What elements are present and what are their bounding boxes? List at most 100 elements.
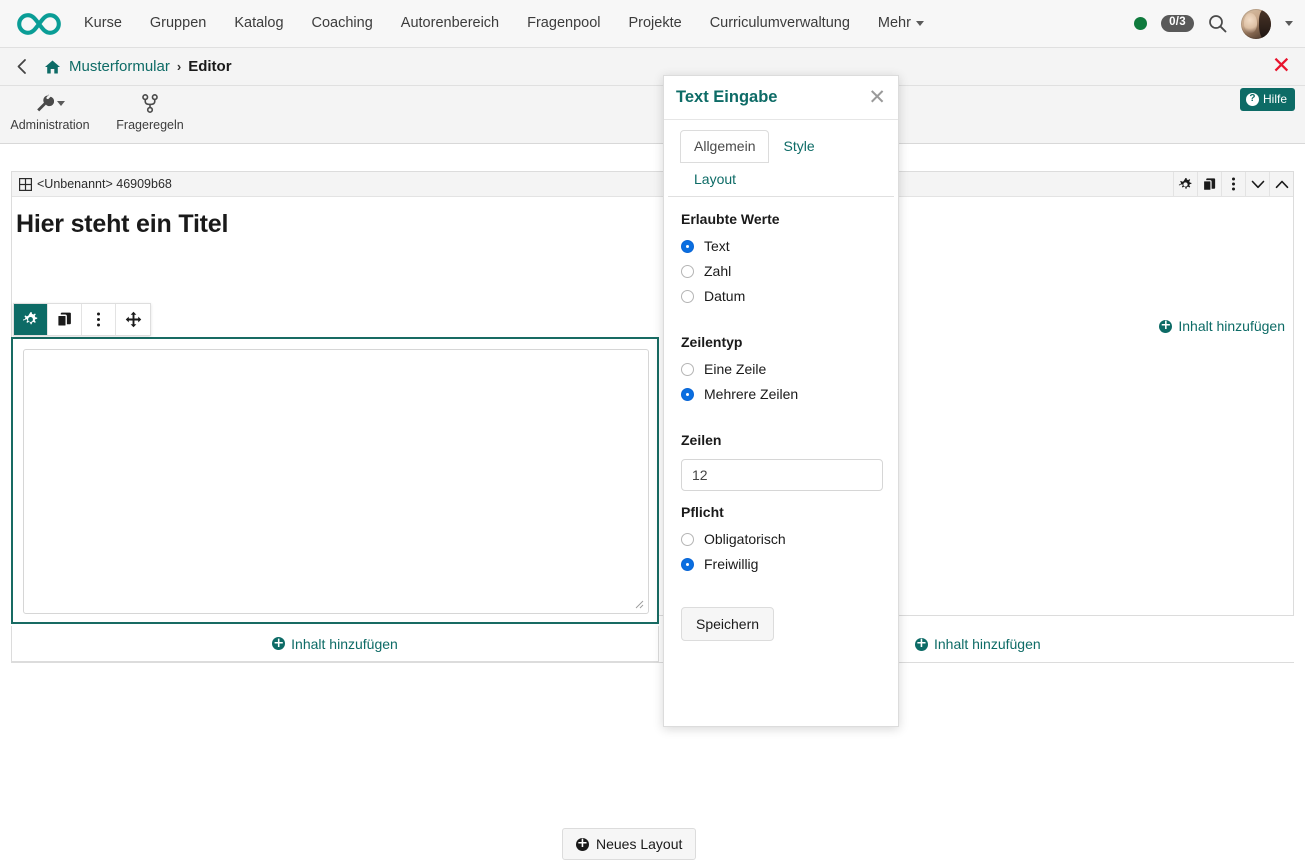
new-layout-button-label: Neues Layout bbox=[596, 836, 682, 852]
nav-item-curriculumverwaltung[interactable]: Curriculumverwaltung bbox=[696, 0, 864, 47]
add-content-row-top: + Inhalt hinzufügen bbox=[1159, 308, 1285, 344]
toolbar-button-administration-label: Administration bbox=[10, 118, 89, 132]
radio-indicator bbox=[681, 240, 694, 253]
dialog-close-icon[interactable]: ✕ bbox=[868, 87, 886, 108]
nav-item-kurse[interactable]: Kurse bbox=[70, 0, 136, 47]
rows-field-label: Zeilen bbox=[681, 432, 881, 448]
nav-item-fragenpool[interactable]: Fragenpool bbox=[513, 0, 614, 47]
dialog-tabs: Allgemein Style Layout bbox=[668, 120, 894, 197]
chevron-left-icon[interactable] bbox=[16, 58, 28, 75]
infinity-logo-icon[interactable] bbox=[8, 12, 70, 36]
chevron-down-icon[interactable] bbox=[1245, 172, 1269, 196]
radio-indicator bbox=[681, 558, 694, 571]
add-content-label-top: Inhalt hinzufügen bbox=[1178, 318, 1285, 334]
add-content-button-left[interactable]: + Inhalt hinzufügen bbox=[272, 636, 398, 652]
radio-option-zahl-label: Zahl bbox=[704, 263, 731, 279]
toolbar-button-frageregeln[interactable]: Frageregeln bbox=[100, 86, 200, 132]
toolbar-button-frageregeln-label: Frageregeln bbox=[116, 118, 183, 132]
new-layout-button[interactable]: + Neues Layout bbox=[562, 828, 696, 860]
chevron-up-icon[interactable] bbox=[1269, 172, 1293, 196]
nav-item-coaching[interactable]: Coaching bbox=[298, 0, 387, 47]
breadcrumb-current-editor: Editor bbox=[188, 58, 231, 75]
radio-option-zahl[interactable]: Zahl bbox=[681, 263, 881, 279]
element-menu-button[interactable] bbox=[82, 304, 116, 335]
plus-circle-icon: + bbox=[1159, 320, 1172, 333]
tab-style[interactable]: Style bbox=[769, 130, 828, 163]
close-icon[interactable]: ✕ bbox=[1272, 55, 1291, 78]
branch-icon bbox=[141, 94, 159, 113]
radio-option-datum-label: Datum bbox=[704, 288, 745, 304]
radio-option-eine-zeile[interactable]: Eine Zeile bbox=[681, 361, 881, 377]
kebab-menu-icon[interactable] bbox=[1221, 172, 1245, 196]
spacer bbox=[681, 313, 881, 334]
radio-option-freiwillig-label: Freiwillig bbox=[704, 556, 758, 572]
radio-option-obligatorisch-label: Obligatorisch bbox=[704, 531, 786, 547]
layout-block-header: <Unbenannt> 46909b68 bbox=[12, 172, 1293, 197]
nav-item-mehr-label: Mehr bbox=[878, 0, 911, 47]
text-input-textarea[interactable] bbox=[23, 349, 649, 614]
notification-count-badge[interactable]: 0/3 bbox=[1161, 15, 1194, 32]
radio-option-mehrere-zeilen-label: Mehrere Zeilen bbox=[704, 386, 798, 402]
radio-option-datum[interactable]: Datum bbox=[681, 288, 881, 304]
nav-item-projekte[interactable]: Projekte bbox=[614, 0, 695, 47]
dialog-body: Erlaubte Werte Text Zahl Datum Zeilentyp… bbox=[664, 197, 898, 641]
layout-block-header-label: <Unbenannt> 46909b68 bbox=[37, 177, 172, 191]
avatar[interactable] bbox=[1241, 9, 1271, 39]
breadcrumb-link-musterformular[interactable]: Musterformular bbox=[69, 58, 170, 75]
nav-item-katalog[interactable]: Katalog bbox=[220, 0, 297, 47]
question-circle-icon: ? bbox=[1246, 93, 1259, 106]
save-button[interactable]: Speichern bbox=[681, 607, 774, 641]
copy-icon[interactable] bbox=[1197, 172, 1221, 196]
gear-icon[interactable] bbox=[1173, 172, 1197, 196]
text-input-settings-dialog: Text Eingabe ✕ Allgemein Style Layout Er… bbox=[663, 75, 899, 727]
help-button-label: Hilfe bbox=[1263, 92, 1287, 106]
home-icon[interactable] bbox=[44, 59, 61, 75]
add-content-label-right: Inhalt hinzufügen bbox=[934, 636, 1041, 652]
page-title: Hier steht ein Titel bbox=[12, 197, 1293, 239]
grid-icon bbox=[19, 178, 32, 191]
element-move-button[interactable] bbox=[116, 304, 150, 335]
top-navigation-bar: Kurse Gruppen Katalog Coaching Autorenbe… bbox=[0, 0, 1305, 48]
editor-canvas: <Unbenannt> 46909b68 bbox=[0, 145, 1305, 740]
element-settings-button[interactable] bbox=[14, 304, 48, 335]
radio-option-mehrere-zeilen[interactable]: Mehrere Zeilen bbox=[681, 386, 881, 402]
radio-indicator bbox=[681, 388, 694, 401]
toolbar-button-administration[interactable]: Administration bbox=[0, 86, 100, 132]
layout-block-header-tools bbox=[1173, 172, 1293, 196]
radio-indicator bbox=[681, 533, 694, 546]
help-button[interactable]: ? Hilfe bbox=[1240, 88, 1295, 111]
branch-icon-row bbox=[141, 92, 159, 114]
selected-content-cell[interactable] bbox=[11, 337, 659, 624]
nav-item-gruppen[interactable]: Gruppen bbox=[136, 0, 220, 47]
radio-option-text[interactable]: Text bbox=[681, 238, 881, 254]
add-content-row-right: + Inhalt hinzufügen bbox=[900, 626, 1294, 662]
spacer bbox=[681, 411, 881, 432]
radio-option-text-label: Text bbox=[704, 238, 730, 254]
nav-item-autorenbereich[interactable]: Autorenbereich bbox=[387, 0, 513, 47]
required-label: Pflicht bbox=[681, 504, 881, 520]
radio-option-obligatorisch[interactable]: Obligatorisch bbox=[681, 531, 881, 547]
element-toolbar bbox=[13, 303, 151, 336]
nav-right-cluster: 0/3 bbox=[1134, 9, 1305, 39]
search-icon[interactable] bbox=[1208, 14, 1227, 33]
radio-option-freiwillig[interactable]: Freiwillig bbox=[681, 556, 881, 572]
line-type-label: Zeilentyp bbox=[681, 334, 881, 350]
add-content-button-right[interactable]: + Inhalt hinzufügen bbox=[915, 636, 1041, 652]
add-content-label-left: Inhalt hinzufügen bbox=[291, 636, 398, 652]
plus-circle-icon: + bbox=[915, 638, 928, 651]
dialog-header: Text Eingabe ✕ bbox=[664, 76, 898, 120]
chevron-down-icon bbox=[916, 21, 924, 26]
rows-input[interactable] bbox=[681, 459, 883, 491]
element-copy-button[interactable] bbox=[48, 304, 82, 335]
breadcrumb-separator: › bbox=[177, 59, 181, 74]
tab-allgemein[interactable]: Allgemein bbox=[680, 130, 769, 163]
status-indicator-dot bbox=[1134, 17, 1147, 30]
nav-item-mehr[interactable]: Mehr bbox=[864, 0, 938, 47]
avatar-chevron-down-icon[interactable] bbox=[1285, 21, 1293, 26]
add-content-button-top[interactable]: + Inhalt hinzufügen bbox=[1159, 318, 1285, 334]
tab-layout[interactable]: Layout bbox=[680, 163, 750, 196]
radio-indicator bbox=[681, 363, 694, 376]
wrench-icon-row bbox=[35, 92, 65, 114]
dialog-title: Text Eingabe bbox=[676, 88, 777, 107]
allowed-values-label: Erlaubte Werte bbox=[681, 211, 881, 227]
